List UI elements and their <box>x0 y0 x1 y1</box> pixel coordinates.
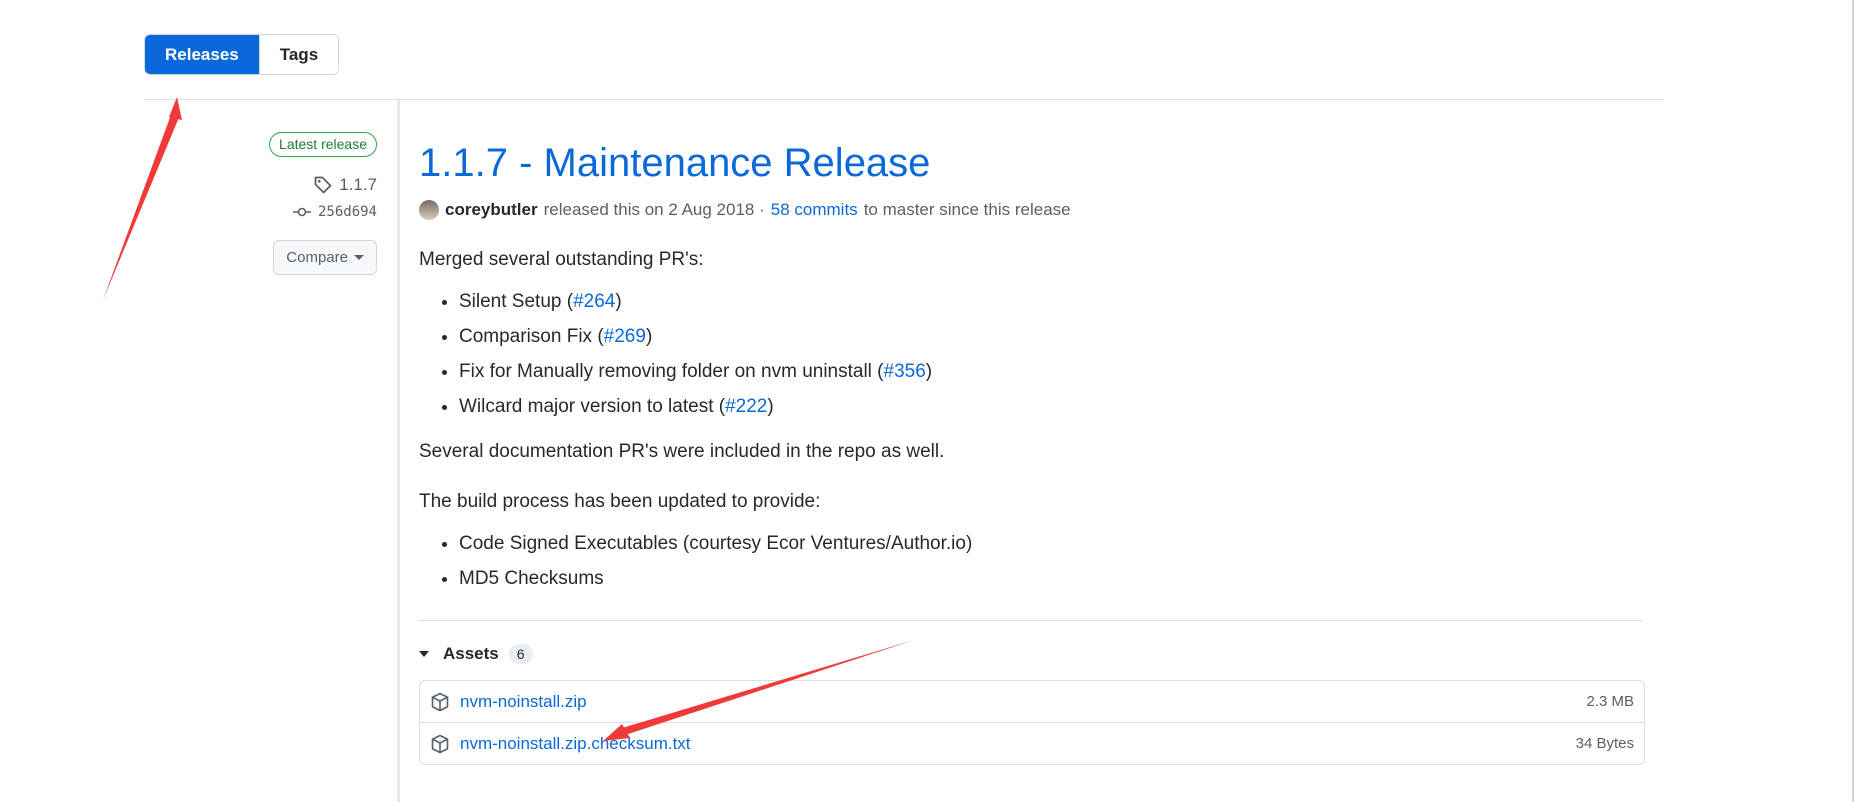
assets-divider <box>419 620 1643 621</box>
asset-row: nvm-noinstall.zip.checksum.txt 34 Bytes <box>420 722 1644 764</box>
package-icon <box>431 734 449 753</box>
triangle-down-icon <box>419 651 429 657</box>
tags-tab[interactable]: Tags <box>258 35 339 74</box>
commit-icon <box>292 207 311 217</box>
list-item: Comparison Fix (#269) <box>459 319 1644 354</box>
tag-name: 1.1.7 <box>339 175 377 194</box>
list-item: Code Signed Executables (courtesy Ecor V… <box>459 526 1644 561</box>
compare-button[interactable]: Compare <box>273 240 377 275</box>
pr-link[interactable]: #356 <box>884 361 926 382</box>
author-link[interactable]: coreybutler <box>445 200 538 220</box>
pr-link[interactable]: #269 <box>604 326 646 347</box>
pr-link[interactable]: #222 <box>725 396 767 417</box>
caret-down-icon <box>354 255 364 260</box>
avatar[interactable] <box>419 200 439 220</box>
scrollbar-track[interactable] <box>1852 0 1854 802</box>
release-commit[interactable]: 256d694 <box>200 204 377 220</box>
notes-intro: Merged several outstanding PR's: <box>419 249 704 270</box>
compare-label: Compare <box>286 249 348 266</box>
build-list: Code Signed Executables (courtesy Ecor V… <box>419 526 1644 596</box>
list-item: MD5 Checksums <box>459 561 1644 596</box>
pr-list: Silent Setup (#264) Comparison Fix (#269… <box>419 284 1644 424</box>
annotation-arrow-releases <box>103 97 182 300</box>
list-item: Silent Setup (#264) <box>459 284 1644 319</box>
release-tag[interactable]: 1.1.7 <box>200 175 377 195</box>
releases-tags-subnav: Releases Tags <box>144 34 340 75</box>
list-item: Wilcard major version to latest (#222) <box>459 389 1644 424</box>
release-meta: Latest release 1.1.7 256d694 Compare <box>200 132 377 275</box>
tag-icon <box>314 176 332 194</box>
timeline-divider <box>397 100 400 802</box>
asset-size: 34 Bytes <box>1575 735 1634 752</box>
section-divider <box>144 99 1664 100</box>
commits-link[interactable]: 58 commits <box>771 200 858 220</box>
assets-count: 6 <box>508 644 533 664</box>
release-notes: Merged several outstanding PR's: Silent … <box>419 247 1644 596</box>
assets-heading: Assets <box>443 644 499 663</box>
asset-link[interactable]: nvm-noinstall.zip.checksum.txt <box>460 734 691 754</box>
commit-sha: 256d694 <box>317 204 377 220</box>
assets-toggle[interactable]: Assets 6 <box>419 644 1644 664</box>
commits-suffix: to master since this release <box>863 200 1071 219</box>
asset-list: nvm-noinstall.zip 2.3 MB nvm-noinstall.z… <box>419 680 1645 765</box>
release-byline: coreybutler released this on 2 Aug 2018 … <box>419 200 1644 220</box>
released-text: released this on 2 Aug 2018 · <box>543 200 765 219</box>
asset-link[interactable]: nvm-noinstall.zip <box>460 692 587 712</box>
pr-link[interactable]: #264 <box>573 291 615 312</box>
build-intro: The build process has been updated to pr… <box>419 491 821 512</box>
release-title[interactable]: 1.1.7 - Maintenance Release <box>419 138 1644 188</box>
release-body: 1.1.7 - Maintenance Release coreybutler … <box>419 138 1645 765</box>
asset-row: nvm-noinstall.zip 2.3 MB <box>420 681 1644 722</box>
package-icon <box>431 692 449 711</box>
list-item: Fix for Manually removing folder on nvm … <box>459 354 1644 389</box>
releases-tab[interactable]: Releases <box>145 35 259 74</box>
docs-note: Several documentation PR's were included… <box>419 441 945 462</box>
latest-release-badge: Latest release <box>269 132 377 157</box>
asset-size: 2.3 MB <box>1586 693 1634 710</box>
